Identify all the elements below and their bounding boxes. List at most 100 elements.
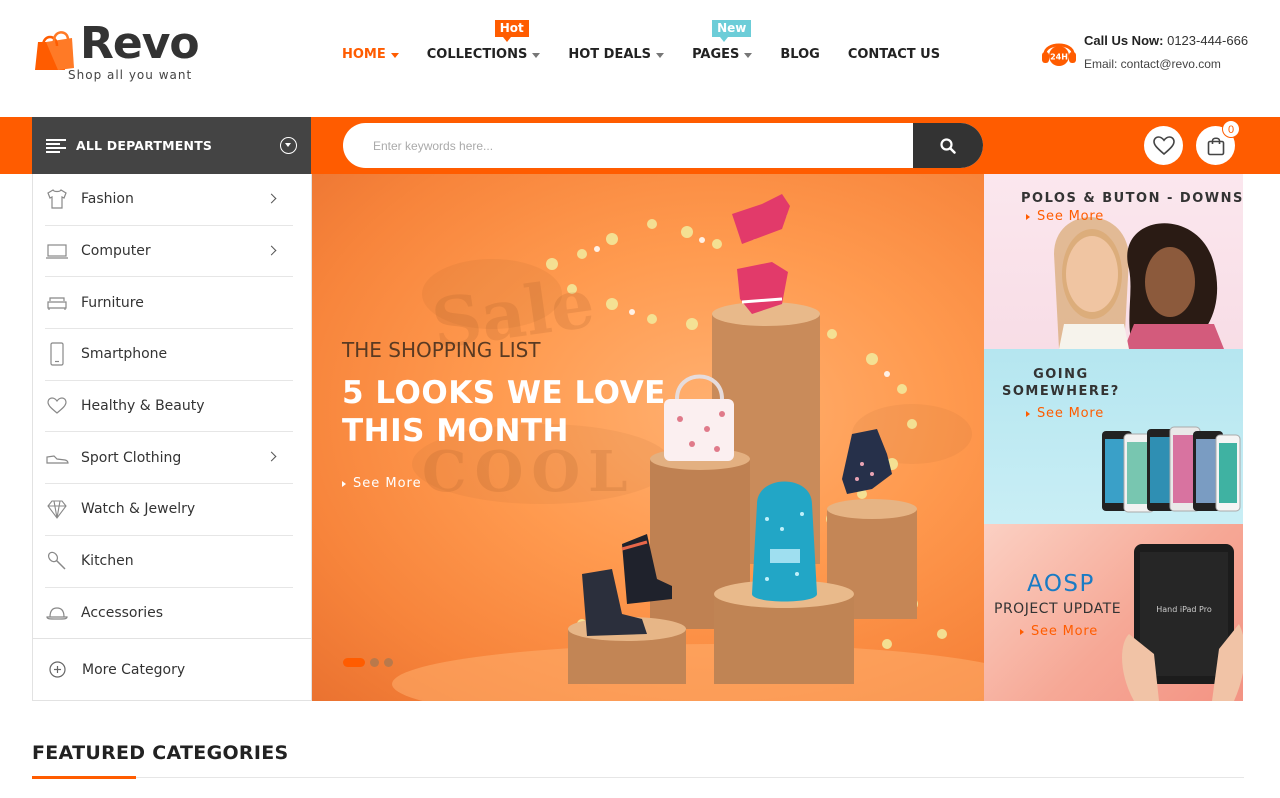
nav-item-label: PAGES [692,46,740,62]
slider-pagination [343,658,398,667]
hot-badge: Hot [494,19,529,42]
laptop-icon [45,239,69,263]
shirt-icon [45,187,69,211]
brand-tagline: Shop all you want [68,68,193,82]
chevron-right-icon [266,193,277,204]
sidebar-item-sport-clothing[interactable]: Sport Clothing [45,432,293,485]
heart-icon [45,394,69,418]
more-category-label: More Category [82,661,186,678]
tablet-screen-text: Hand iPad Pro [1156,605,1212,614]
hero-slider[interactable]: Sale COOL THE SHOPPING LIST 5 LOOKS WE L… [312,174,984,701]
caret-down-icon [532,52,541,58]
sidebar-item-furniture[interactable]: Furniture [45,277,293,330]
sidebar-item-label: Smartphone [81,346,168,363]
banner-aosp-title: AOSP [1027,571,1095,597]
shopping-bag-icon [1207,136,1224,155]
banner-going-title-line2: SOMEWHERE? [1002,384,1120,399]
hat-icon [45,601,69,625]
nav-item-label: HOME [342,46,386,62]
search-button[interactable] [913,123,983,168]
24h-label: 24H [1050,53,1068,62]
24h-headset-icon: 24H [1042,43,1076,66]
shopping-bag-icon [35,31,74,70]
caret-down-icon [390,52,399,58]
nav-item-label: COLLECTIONS [426,46,528,62]
main-nav: HOME Hot COLLECTIONS HOT DEALS New PAGES… [342,19,968,64]
sidebar-item-label: Fashion [81,191,134,208]
banner-going-title-line1: GOING [1033,367,1089,382]
sidebar-item-smartphone[interactable]: Smartphone [45,329,293,381]
banner-polos-see-more[interactable]: See More [1026,209,1104,224]
hero-subtitle: THE SHOPPING LIST [342,338,541,362]
banner-going-title: GOING SOMEWHERE? [1002,366,1120,400]
sidebar-item-label: Computer [81,243,151,260]
caret-down-icon [656,52,665,58]
brand-name: Revo [80,18,200,69]
banner-polos[interactable]: POLOS & BUTON - DOWNS See More [984,174,1243,349]
diamond-icon [45,497,69,521]
email-line[interactable]: Email: contact@revo.com [1084,57,1221,71]
sidebar-item-label: Watch & Jewelry [81,501,196,518]
caret-down-icon [744,52,753,58]
sidebar-item-fashion[interactable]: Fashion [45,174,293,226]
banner-aosp-subtitle: PROJECT UPDATE [994,601,1122,617]
more-category-button[interactable]: More Category [33,638,311,700]
chevron-circle-down-icon [280,137,297,154]
banner-going-somewhere[interactable]: GOING SOMEWHERE? See More [984,349,1243,524]
contact-info: 24H Call Us Now: 0123-444-666 Email: con… [1040,30,1260,80]
all-departments-button[interactable]: ALL DEPARTMENTS [32,117,311,174]
featured-categories-section: FEATURED CATEGORIES [32,742,1244,779]
banner-going-see-more[interactable]: See More [1026,406,1104,421]
phone-line: Call Us Now: 0123-444-666 [1084,33,1248,48]
nav-item-home[interactable]: HOME [342,47,399,62]
sidebar-item-label: Furniture [81,294,144,311]
sidebar-item-accessories[interactable]: Accessories [45,588,293,640]
nav-item-label: HOT DEALS [568,46,652,62]
banner-polos-title: POLOS & BUTON - DOWNS [1021,191,1243,206]
nav-item-pages[interactable]: New PAGES [692,19,753,62]
chevron-right-icon [266,451,277,462]
logo[interactable]: Revo Shop all you want [32,18,207,90]
wishlist-button[interactable] [1144,126,1183,165]
site-header: Revo Shop all you want HOME Hot COLLECTI… [0,0,1280,117]
banner-aosp-see-more[interactable]: See More [1020,624,1098,639]
phone-number[interactable]: 0123-444-666 [1167,33,1248,48]
slider-dot-3[interactable] [384,658,393,667]
nav-item-contact-us[interactable]: CONTACT US [848,47,940,62]
chevron-right-icon [266,245,277,256]
menu-lines-icon [46,138,66,153]
hero-see-more-link[interactable]: See More [342,476,422,491]
slider-dot-1[interactable] [343,658,365,667]
banner-aosp[interactable]: Hand iPad Pro AOSP PROJECT UPDATE See Mo… [984,524,1243,701]
nav-item-hot-deals[interactable]: HOT DEALS [568,46,665,62]
sidebar-item-label: Accessories [81,604,164,621]
new-badge: New [712,19,752,42]
search-bar-strip: ALL DEPARTMENTS [0,117,1280,174]
sidebar-item-computer[interactable]: Computer [45,226,293,278]
sidebar-item-kitchen[interactable]: Kitchen [45,536,293,588]
sneaker-icon [45,446,69,470]
nav-item-label: CONTACT US [847,46,941,62]
nav-item-label: BLOG [780,46,820,62]
search-box [343,123,983,168]
all-departments-label: ALL DEPARTMENTS [76,138,213,153]
sidebar-item-watch-jewelry[interactable]: Watch & Jewelry [45,484,293,536]
sidebar-item-label: Sport Clothing [81,449,182,466]
hero-title: 5 LOOKS WE LOVE THIS MONTH [342,375,666,449]
slider-dot-2[interactable] [370,658,379,667]
sidebar-item-healthy-beauty[interactable]: Healthy & Beauty [45,381,293,433]
smartphone-icon [45,342,69,367]
spoon-icon [45,549,69,573]
plus-circle-icon [49,661,66,678]
heart-icon [1152,135,1175,155]
search-input[interactable] [343,123,913,168]
sidebar-item-label: Kitchen [81,553,134,570]
nav-item-blog[interactable]: BLOG [780,47,819,62]
call-label: Call Us Now: [1084,33,1164,48]
sofa-icon [45,291,69,315]
section-underline [32,776,136,779]
sidebar-item-label: Healthy & Beauty [81,398,205,415]
featured-categories-title: FEATURED CATEGORIES [32,742,289,764]
nav-item-collections[interactable]: Hot COLLECTIONS [426,19,541,62]
search-icon [940,137,956,154]
